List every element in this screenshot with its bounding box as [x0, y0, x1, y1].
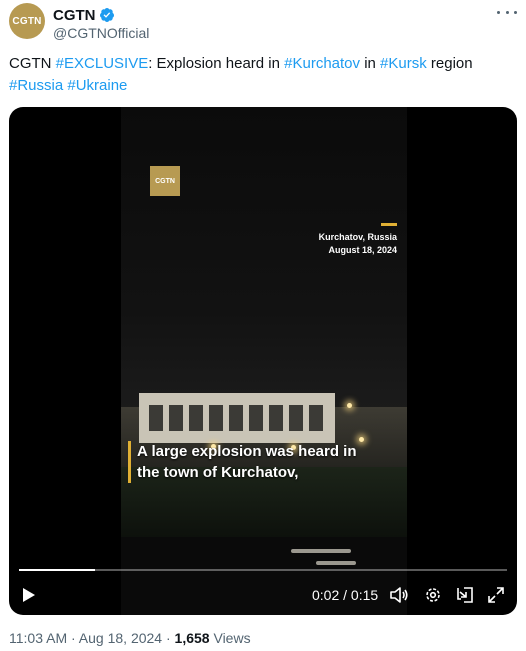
- video-location-caption: Kurchatov, Russia August 18, 2024: [319, 231, 397, 257]
- video-player[interactable]: CGTN Kurchatov, Russia August 18, 2024 A…: [9, 107, 517, 615]
- tweet-date[interactable]: Aug 18, 2024: [79, 630, 162, 646]
- tweet-time[interactable]: 11:03 AM: [9, 630, 67, 646]
- tweet-text-part: region: [426, 55, 473, 72]
- tweet-text-part: in: [360, 55, 381, 72]
- tweet-text: CGTN #EXCLUSIVE: Explosion heard in #Kur…: [9, 53, 517, 97]
- cgtn-watermark-logo: CGTN: [150, 166, 180, 196]
- display-name[interactable]: CGTN: [53, 7, 96, 24]
- video-progress-fill: [19, 569, 95, 571]
- video-controls: 0:02 / 0:15: [9, 581, 517, 609]
- avatar-logo-text: CGTN: [12, 15, 42, 27]
- avatar[interactable]: CGTN: [9, 3, 45, 39]
- hashtag-ukraine[interactable]: #Ukraine: [67, 77, 127, 94]
- hashtag-kursk[interactable]: #Kursk: [380, 55, 427, 72]
- tweet-meta: 11:03 AM · Aug 18, 2024 · 1,658 Views: [9, 630, 251, 646]
- user-handle[interactable]: @CGTNOfficial: [53, 25, 149, 41]
- hashtag-exclusive[interactable]: #EXCLUSIVE: [56, 55, 149, 72]
- more-options-icon[interactable]: [497, 5, 517, 19]
- verified-badge-icon: [99, 8, 114, 22]
- settings-gear-icon[interactable]: [423, 585, 443, 605]
- building: [139, 393, 335, 443]
- location-text: Kurchatov, Russia: [318, 232, 397, 242]
- video-time: 0:02 / 0:15: [312, 587, 379, 603]
- views-label: Views: [209, 630, 251, 646]
- meta-separator: ·: [162, 630, 175, 646]
- video-subtitle: A large explosion was heard in the town …: [128, 441, 357, 483]
- volume-icon[interactable]: [389, 585, 409, 605]
- name-row: CGTN: [53, 6, 115, 24]
- date-text: August 18, 2024: [328, 245, 397, 255]
- fullscreen-icon[interactable]: [486, 585, 506, 605]
- street-light: [347, 403, 352, 408]
- location-accent-bar: [381, 223, 397, 226]
- hashtag-russia[interactable]: #Russia: [9, 77, 63, 94]
- play-icon[interactable]: [19, 585, 39, 605]
- street-light: [359, 437, 364, 442]
- views-count: 1,658: [174, 630, 210, 646]
- tweet-text-part: : Explosion heard in: [148, 55, 285, 72]
- dock-icon[interactable]: [455, 585, 475, 605]
- tweet-text-part: CGTN: [9, 55, 56, 72]
- hashtag-kurchatov[interactable]: #Kurchatov: [284, 55, 360, 72]
- subtitle-line: the town of Kurchatov,: [137, 464, 299, 481]
- video-progress-bar[interactable]: [19, 569, 507, 571]
- subtitle-line: A large explosion was heard in: [137, 443, 357, 460]
- video-frame: CGTN Kurchatov, Russia August 18, 2024: [121, 107, 407, 615]
- meta-separator: ·: [67, 630, 79, 646]
- tweet-header: CGTN CGTN @CGTNOfficial: [9, 3, 517, 45]
